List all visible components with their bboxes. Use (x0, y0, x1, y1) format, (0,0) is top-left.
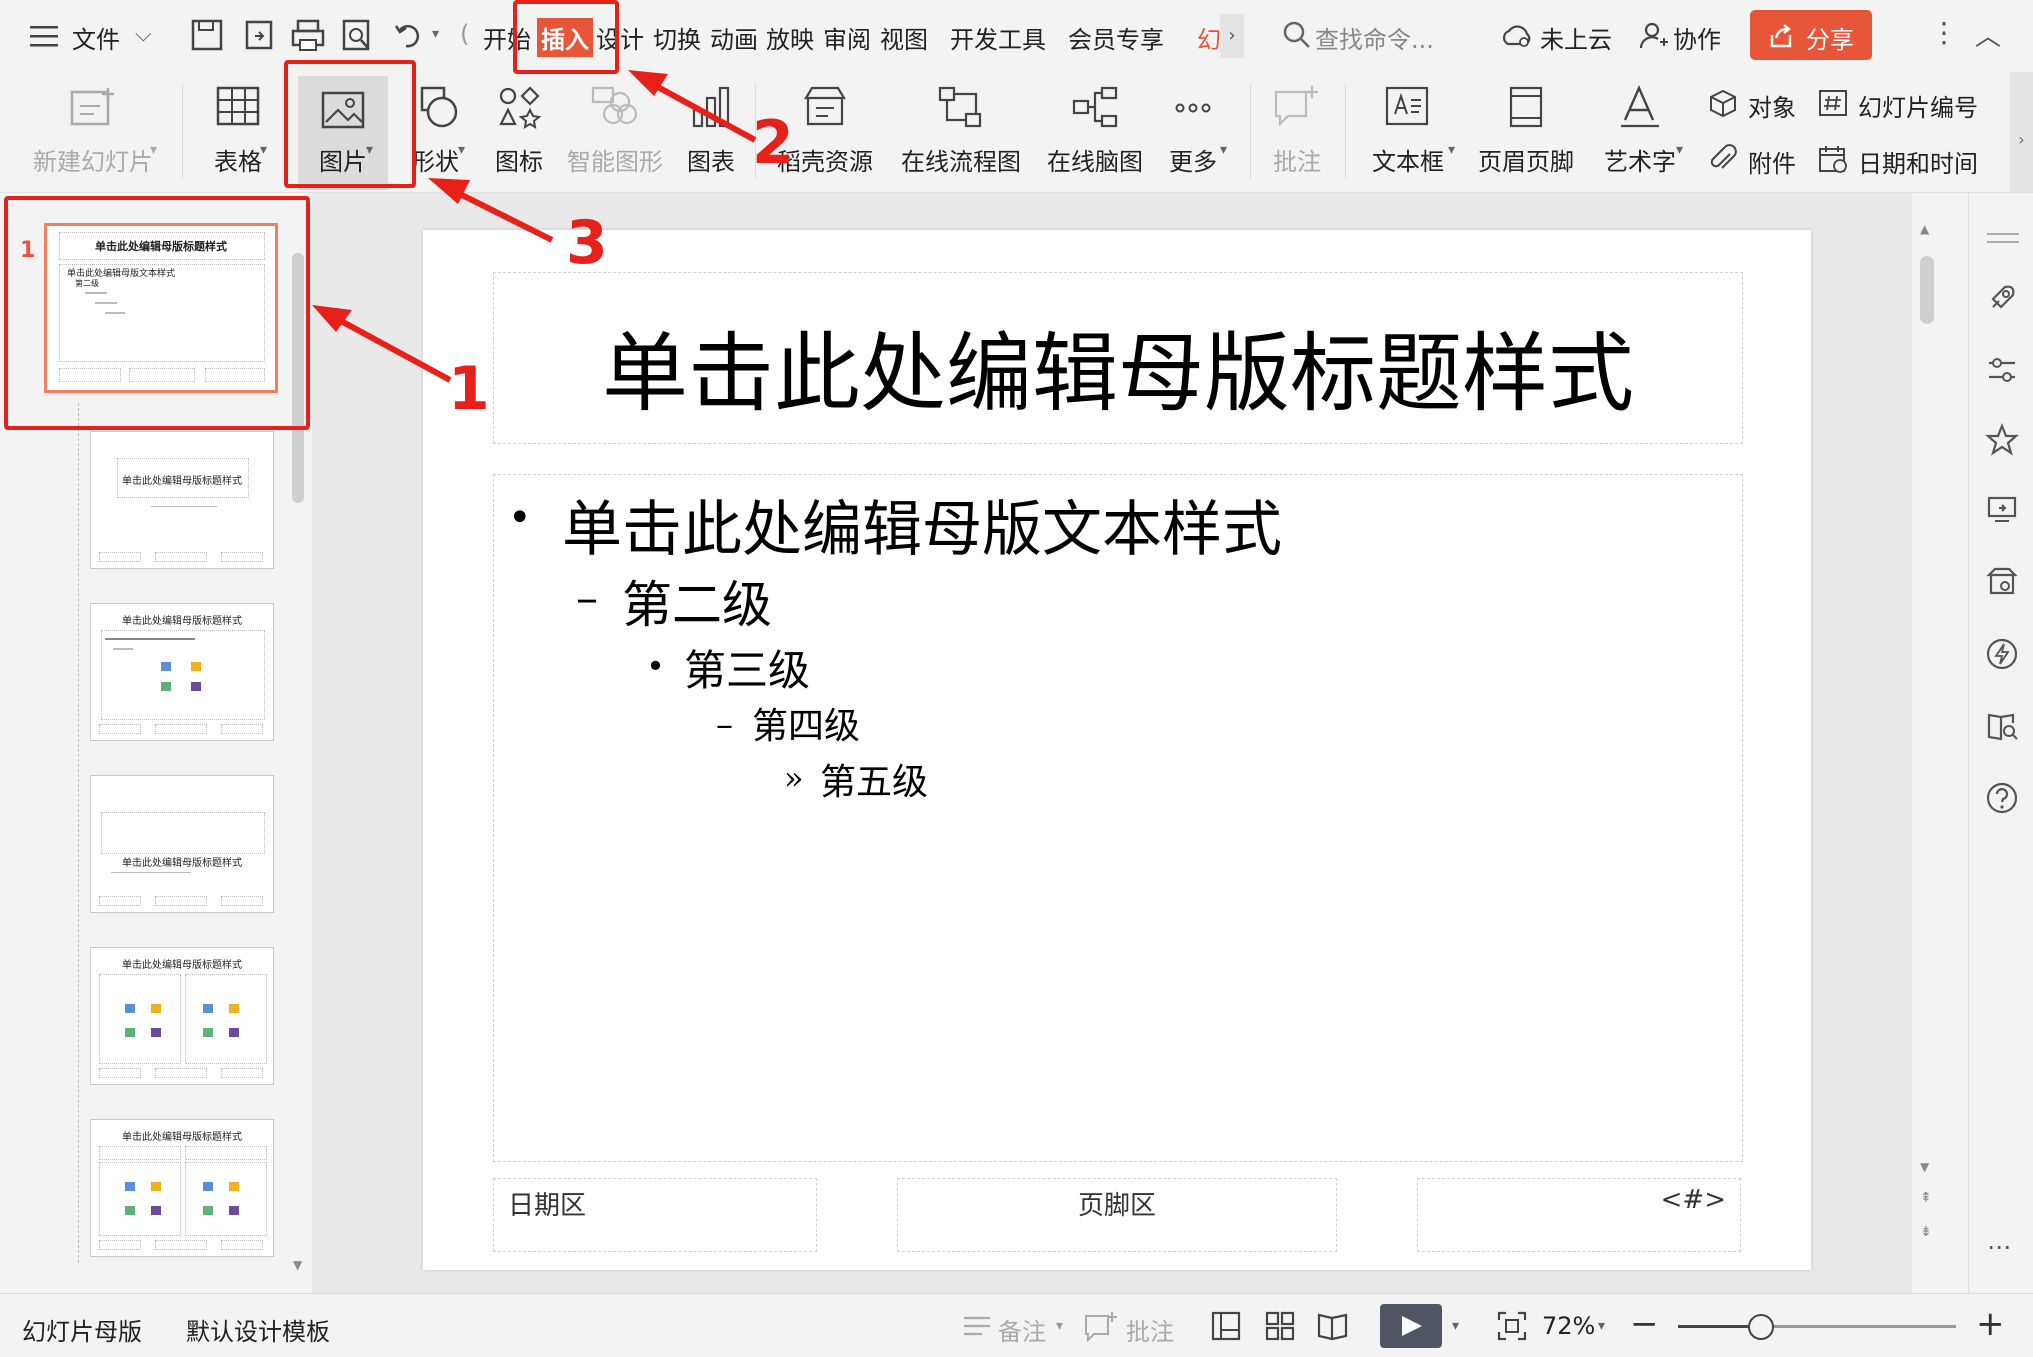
annotation-number-3: 3 (566, 208, 608, 278)
annotation-arrows (312, 70, 757, 383)
annotation-number-1: 1 (448, 354, 490, 424)
annotation-number-2: 2 (752, 108, 794, 178)
